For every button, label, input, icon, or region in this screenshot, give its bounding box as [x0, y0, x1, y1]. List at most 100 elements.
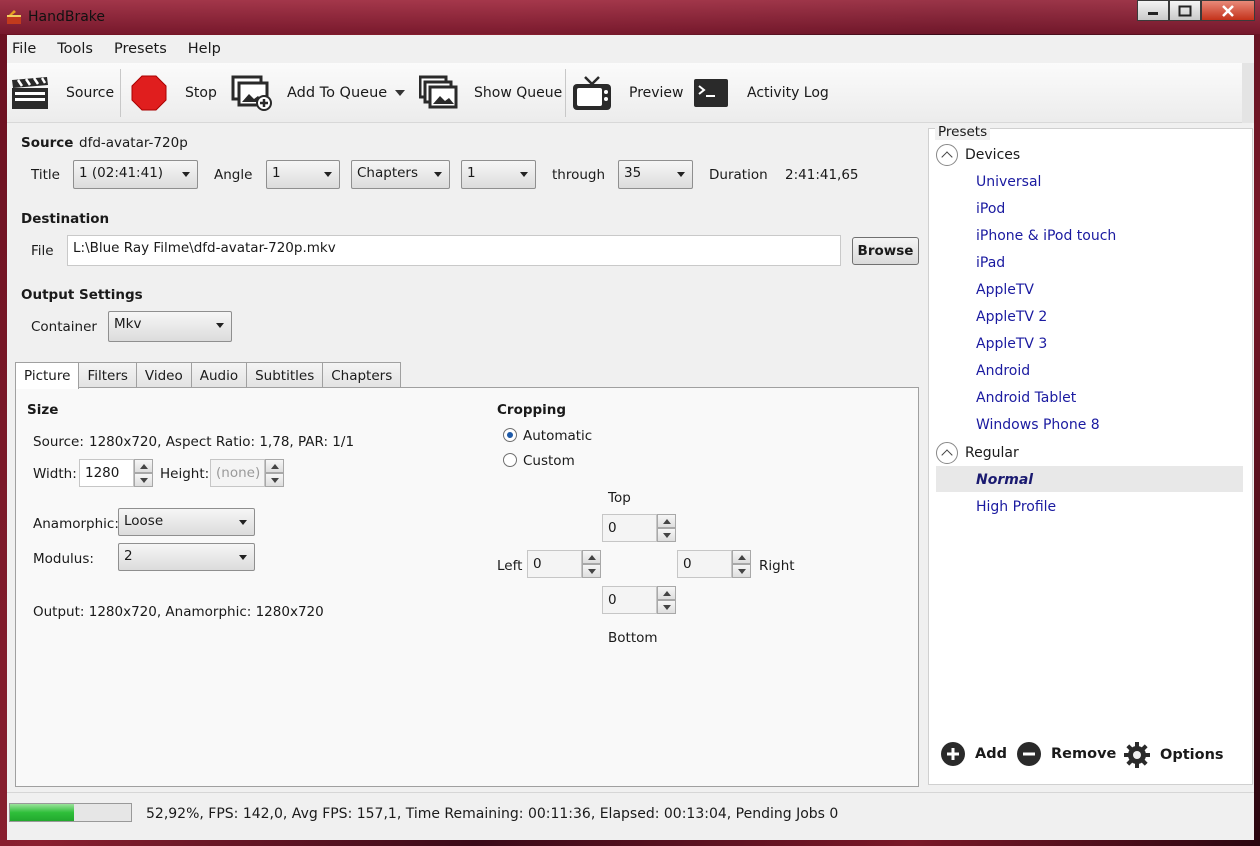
add-to-queue-button[interactable]: Add To Queue	[231, 63, 406, 123]
preset-options-button[interactable]: Options	[1124, 742, 1224, 768]
title-bar[interactable]: HandBrake	[0, 0, 1260, 34]
source-button[interactable]: Source	[11, 63, 114, 123]
toolbar-overflow[interactable]	[1242, 63, 1254, 123]
preset-group-label: Regular	[965, 445, 1019, 461]
client-area: File Tools Presets Help Source Stop Add …	[7, 35, 1254, 840]
crop-left-stepper[interactable]: 0	[527, 550, 601, 578]
crop-bottom-value: 0	[608, 592, 617, 608]
collapse-icon[interactable]	[936, 442, 958, 464]
tab-picture[interactable]: Picture	[15, 362, 80, 389]
tab-video[interactable]: Video	[135, 362, 192, 388]
crop-bottom-label: Bottom	[608, 630, 658, 646]
chevron-down-icon[interactable]	[395, 90, 406, 96]
preset-ipad[interactable]: iPad	[976, 255, 1005, 271]
crop-right-label: Right	[759, 558, 795, 574]
minimize-button[interactable]	[1137, 0, 1169, 21]
remove-preset-button[interactable]: Remove	[1017, 742, 1116, 766]
tab-audio[interactable]: Audio	[190, 362, 248, 388]
status-bar: 52,92%, FPS: 142,0, Avg FPS: 157,1, Time…	[7, 792, 1254, 840]
range-end-select[interactable]: 35	[618, 160, 693, 189]
through-label: through	[552, 167, 606, 183]
crop-top-stepper[interactable]: 0	[602, 514, 676, 542]
height-down-button[interactable]	[265, 473, 284, 487]
add-to-queue-icon	[231, 75, 272, 111]
add-preset-button[interactable]: Add	[941, 742, 1007, 766]
width-value: 1280	[85, 465, 120, 481]
height-value: (none)	[216, 465, 261, 481]
stop-label: Stop	[185, 85, 217, 101]
browse-button[interactable]: Browse	[852, 237, 919, 265]
preset-group-regular[interactable]: Regular	[936, 442, 1019, 464]
menu-presets[interactable]: Presets	[109, 41, 177, 57]
menu-help[interactable]: Help	[183, 41, 231, 57]
preset-iphone-ipod-touch[interactable]: iPhone & iPod touch	[976, 228, 1116, 244]
preset-high-profile[interactable]: High Profile	[976, 499, 1056, 515]
preset-group-devices[interactable]: Devices	[936, 144, 1020, 166]
crop-top-label: Top	[608, 490, 631, 506]
anamorphic-select[interactable]: Loose	[118, 508, 255, 536]
preset-group-label: Devices	[965, 147, 1021, 163]
crop-left-down-button[interactable]	[582, 564, 601, 578]
range-type-select[interactable]: Chapters	[351, 160, 450, 189]
crop-right-down-button[interactable]	[732, 564, 751, 578]
container-select[interactable]: Mkv	[108, 311, 232, 342]
preset-appletv-2[interactable]: AppleTV 2	[976, 309, 1047, 325]
preset-android[interactable]: Android	[976, 363, 1030, 379]
tab-subtitles[interactable]: Subtitles	[246, 362, 324, 388]
title-select-value: 1 (02:41:41)	[79, 165, 164, 181]
close-button[interactable]	[1201, 0, 1255, 21]
preset-ipod[interactable]: iPod	[976, 201, 1005, 217]
crop-top-up-button[interactable]	[657, 514, 676, 528]
preview-button[interactable]: Preview	[572, 63, 684, 123]
preset-appletv-3[interactable]: AppleTV 3	[976, 336, 1047, 352]
container-select-value: Mkv	[114, 316, 142, 332]
tab-filters[interactable]: Filters	[78, 362, 137, 388]
chevron-up-icon	[588, 555, 596, 560]
chevron-down-icon	[677, 172, 685, 177]
range-start-select[interactable]: 1	[461, 160, 536, 189]
preset-windows-phone-8[interactable]: Windows Phone 8	[976, 417, 1100, 433]
width-stepper[interactable]: 1280	[79, 459, 153, 487]
collapse-icon[interactable]	[936, 144, 958, 166]
menu-file[interactable]: File	[7, 41, 46, 57]
width-up-button[interactable]	[134, 459, 153, 473]
preset-appletv[interactable]: AppleTV	[976, 282, 1034, 298]
menu-tools[interactable]: Tools	[52, 41, 103, 57]
stop-icon	[131, 75, 167, 111]
destination-file-input[interactable]: L:\Blue Ray Filme\dfd-avatar-720p.mkv	[67, 235, 841, 266]
crop-top-down-button[interactable]	[657, 528, 676, 542]
preset-normal[interactable]: Normal	[976, 472, 1033, 488]
crop-left-value: 0	[533, 556, 542, 572]
crop-left-up-button[interactable]	[582, 550, 601, 564]
maximize-button[interactable]	[1169, 0, 1201, 21]
preset-android-tablet[interactable]: Android Tablet	[976, 390, 1076, 406]
show-queue-button[interactable]: Show Queue	[419, 63, 562, 123]
angle-label: Angle	[214, 167, 253, 183]
tab-chapters[interactable]: Chapters	[322, 362, 402, 388]
range-end-value: 35	[624, 165, 642, 181]
angle-select-value: 1	[272, 165, 281, 181]
crop-bottom-down-button[interactable]	[657, 600, 676, 614]
modulus-select[interactable]: 2	[118, 543, 255, 571]
activity-log-label: Activity Log	[747, 85, 829, 101]
height-up-button[interactable]	[265, 459, 284, 473]
stop-button[interactable]: Stop	[131, 63, 217, 123]
height-stepper[interactable]: (none)	[210, 459, 284, 487]
title-select[interactable]: 1 (02:41:41)	[73, 160, 198, 189]
width-down-button[interactable]	[134, 473, 153, 487]
activity-log-button[interactable]: Activity Log	[693, 63, 829, 123]
chevron-down-icon	[663, 533, 671, 538]
cropping-automatic-radio[interactable]	[503, 428, 517, 442]
angle-select[interactable]: 1	[266, 160, 340, 189]
cropping-custom-radio[interactable]	[503, 453, 517, 467]
crop-right-up-button[interactable]	[732, 550, 751, 564]
output-dimensions: Output: 1280x720, Anamorphic: 1280x720	[33, 604, 324, 620]
crop-right-stepper[interactable]: 0	[677, 550, 751, 578]
chevron-down-icon	[738, 569, 746, 574]
crop-bottom-up-button[interactable]	[657, 586, 676, 600]
gear-icon	[1124, 742, 1150, 768]
destination-heading: Destination	[21, 211, 110, 227]
modulus-label: Modulus:	[33, 551, 94, 567]
crop-bottom-stepper[interactable]: 0	[602, 586, 676, 614]
preset-universal[interactable]: Universal	[976, 174, 1041, 190]
